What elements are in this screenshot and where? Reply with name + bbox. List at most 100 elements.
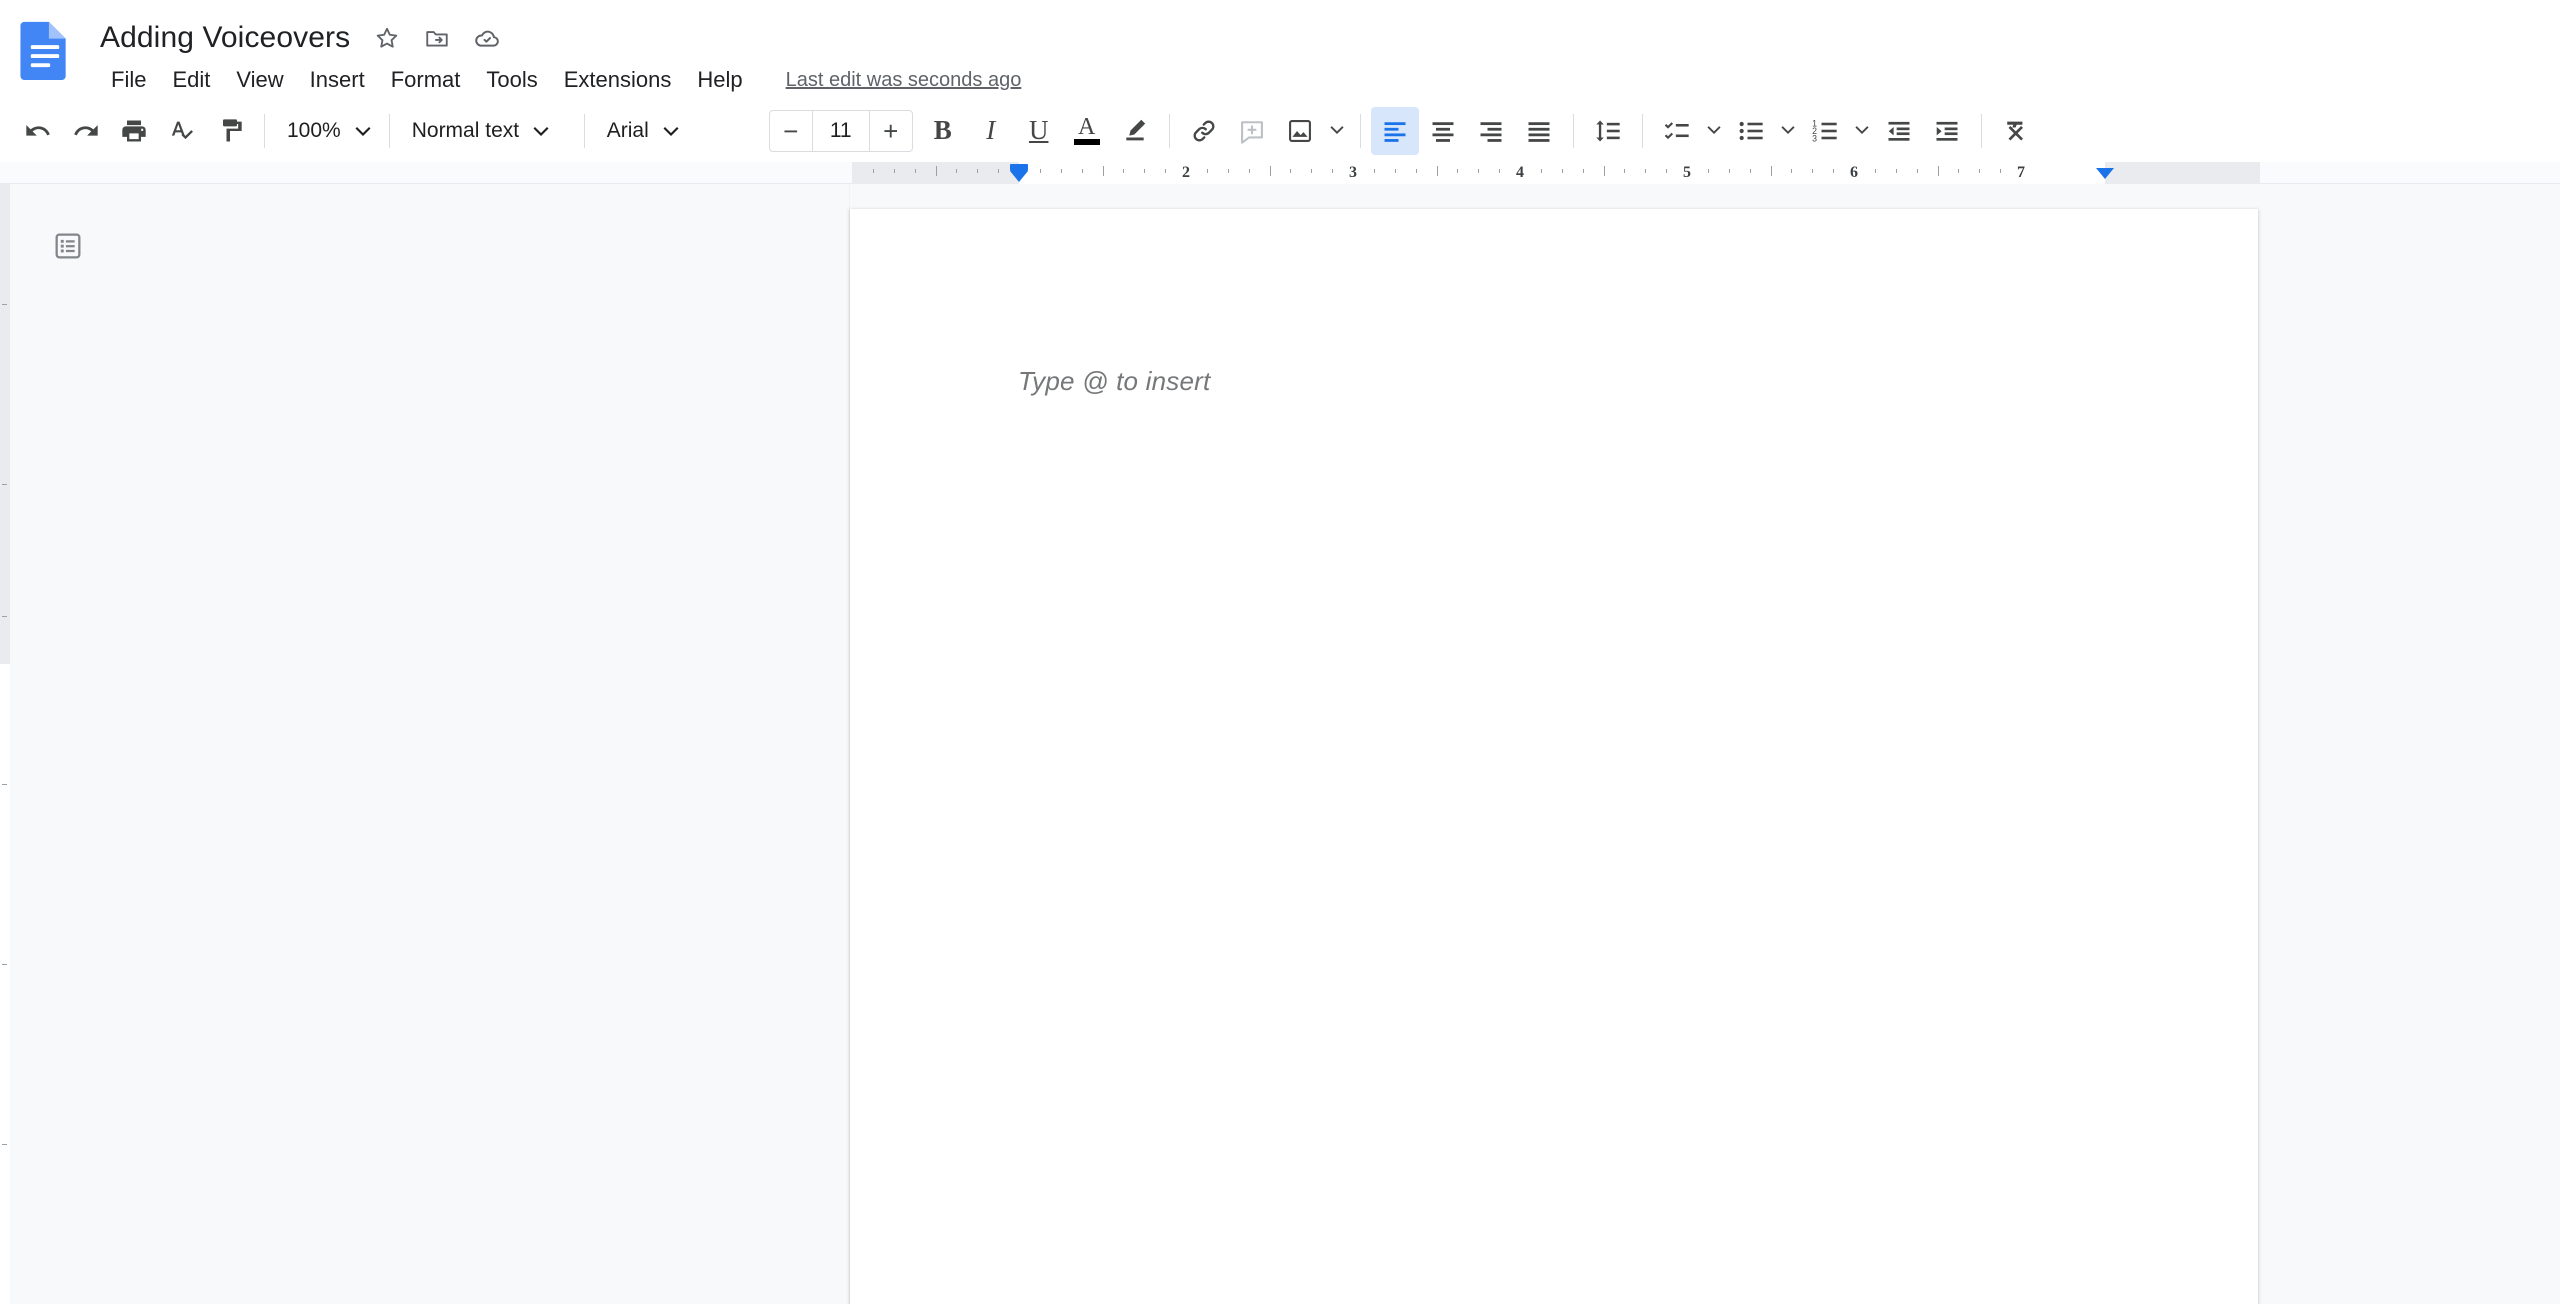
ruler-tick (1812, 169, 1814, 173)
ruler-tick (998, 169, 1000, 173)
document-outline-icon[interactable] (46, 224, 90, 268)
document-scroll-pane[interactable]: Type @ to insert (850, 184, 2560, 1304)
underline-label: U (1028, 115, 1049, 145)
ruler-tick (1144, 169, 1146, 173)
menu-item-insert[interactable]: Insert (297, 63, 378, 97)
ruler-number: 5 (1683, 164, 1691, 181)
move-to-folder-icon[interactable] (418, 19, 456, 57)
empty-paragraph-placeholder[interactable]: Type @ to insert (1018, 366, 1210, 397)
ruler-tick (1791, 169, 1793, 173)
menu-item-edit[interactable]: Edit (159, 63, 223, 97)
numbered-list-dropdown[interactable] (1849, 107, 1875, 155)
svg-text:3: 3 (1812, 133, 1817, 143)
align-center-icon[interactable] (1419, 107, 1467, 155)
vertical-ruler-page-area (0, 664, 10, 1304)
ruler-tick (1874, 169, 1876, 173)
ruler-tick (1311, 169, 1313, 173)
ruler-tick (1833, 169, 1835, 173)
paint-format-icon[interactable] (206, 107, 254, 155)
bulleted-list-dropdown[interactable] (1775, 107, 1801, 155)
page-title[interactable]: Adding Voiceovers (94, 21, 356, 55)
font-family-dropdown[interactable]: Arial (595, 107, 763, 155)
ruler-tick (1373, 169, 1375, 173)
zoom-level-dropdown[interactable]: 100% (275, 107, 379, 155)
ruler-number: 6 (1850, 164, 1858, 181)
ruler-tick (1895, 169, 1897, 173)
menu-item-file[interactable]: File (98, 63, 159, 97)
align-justify-icon[interactable] (1515, 107, 1563, 155)
decrease-indent-icon[interactable] (1875, 107, 1923, 155)
ruler-tick (1269, 166, 1271, 176)
print-icon[interactable] (110, 107, 158, 155)
ruler-tick (1332, 169, 1334, 173)
align-left-icon[interactable] (1370, 106, 1419, 155)
decrease-font-size-button[interactable]: − (770, 111, 812, 151)
chevron-down-icon (355, 119, 371, 143)
ruler-tick (1206, 169, 1208, 173)
ruler-tick (1603, 166, 1605, 176)
bold-button[interactable]: B (919, 107, 967, 155)
menu-bar: File Edit View Insert Format Tools Exten… (94, 62, 1021, 98)
ruler-tick (1123, 169, 1125, 173)
last-edit-status[interactable]: Last edit was seconds ago (786, 69, 1022, 92)
formatting-toolbar: 100% Normal text Arial − 11 + B I U A 1 … (0, 100, 2560, 162)
insert-image-icon[interactable] (1276, 107, 1324, 155)
align-right-icon[interactable] (1467, 107, 1515, 155)
toolbar-divider (1641, 113, 1643, 148)
italic-button[interactable]: I (967, 107, 1015, 155)
text-color-button[interactable]: A (1063, 107, 1111, 155)
ruler-tick (1436, 166, 1438, 176)
underline-button[interactable]: U (1015, 107, 1063, 155)
ruler-tick (1749, 169, 1751, 173)
highlight-pen-icon[interactable] (1111, 107, 1159, 155)
horizontal-ruler[interactable]: 1234567 (852, 162, 2260, 184)
ruler-tick (872, 169, 874, 173)
ruler-tick (1624, 169, 1626, 173)
menu-item-extensions[interactable]: Extensions (551, 63, 685, 97)
ruler-tick (1540, 169, 1542, 173)
menu-item-help[interactable]: Help (684, 63, 755, 97)
ruler-number: 4 (1516, 164, 1524, 181)
left-margin-pane (10, 184, 850, 1304)
ruler-tick (1165, 169, 1167, 173)
spellcheck-icon[interactable] (158, 107, 206, 155)
font-size-input[interactable]: 11 (811, 110, 870, 151)
vertical-ruler[interactable] (0, 184, 10, 1304)
checklist-dropdown[interactable] (1701, 107, 1727, 155)
insert-image-dropdown[interactable] (1324, 107, 1350, 155)
menu-item-format[interactable]: Format (378, 63, 474, 97)
increase-font-size-button[interactable]: + (870, 111, 912, 151)
document-page[interactable]: Type @ to insert (850, 209, 2258, 1304)
menu-item-tools[interactable]: Tools (473, 63, 550, 97)
horizontal-ruler-bar: 1234567 (0, 162, 2560, 184)
clear-formatting-icon[interactable] (1992, 107, 2040, 155)
ruler-tick (1081, 169, 1083, 173)
ruler-left-gutter (0, 162, 852, 183)
ruler-tick (1290, 169, 1292, 173)
italic-label: I (986, 115, 996, 145)
numbered-list-icon[interactable]: 1 2 3 (1801, 107, 1849, 155)
title-and-menu: Adding Voiceovers File Edit View Insert … (94, 16, 1021, 98)
checklist-icon[interactable] (1653, 107, 1701, 155)
increase-indent-icon[interactable] (1923, 107, 1971, 155)
chevron-down-icon (663, 119, 679, 143)
menu-item-view[interactable]: View (223, 63, 296, 97)
undo-icon[interactable] (14, 107, 62, 155)
docs-logo-icon[interactable] (14, 18, 76, 80)
redo-icon[interactable] (62, 107, 110, 155)
editor-workspace: Type @ to insert (0, 184, 2560, 1304)
cloud-saved-icon[interactable] (468, 19, 506, 57)
ruler-tick (1478, 169, 1480, 173)
toolbar-divider (388, 113, 390, 148)
toolbar-divider (1980, 113, 1982, 148)
line-spacing-icon[interactable] (1584, 107, 1632, 155)
ruler-tick (1770, 166, 1772, 176)
star-icon[interactable] (368, 19, 406, 57)
ruler-tick (1248, 169, 1250, 173)
bulleted-list-icon[interactable] (1727, 107, 1775, 155)
ruler-tick (1707, 169, 1709, 173)
add-comment-icon[interactable] (1228, 107, 1276, 155)
paragraph-style-dropdown[interactable]: Normal text (400, 107, 574, 155)
ruler-tick (1102, 166, 1104, 176)
insert-link-icon[interactable] (1180, 107, 1228, 155)
